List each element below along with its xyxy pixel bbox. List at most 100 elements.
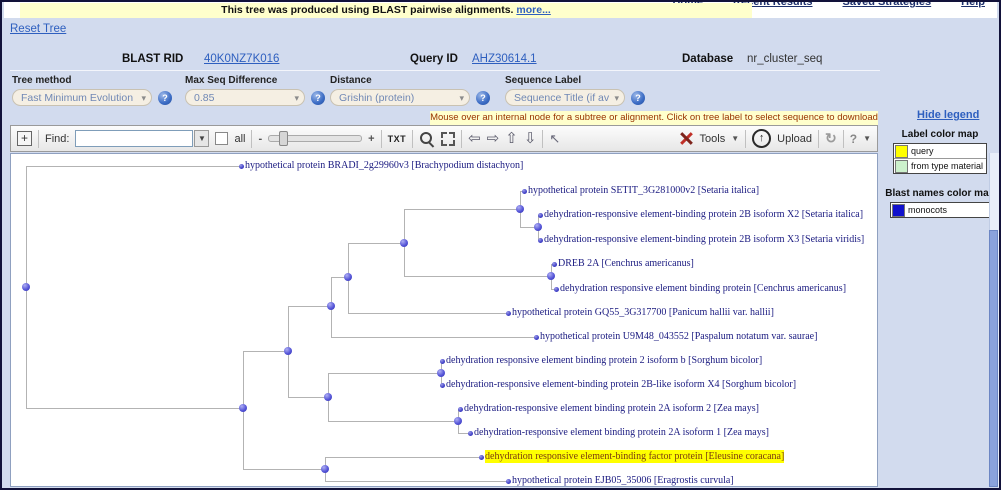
info-banner: This tree was produced using BLAST pairw… (20, 3, 752, 18)
tree-internal-node[interactable] (321, 465, 329, 473)
tree-branch-line (26, 408, 244, 409)
tree-leaf-node[interactable] (458, 407, 463, 412)
tree-internal-node[interactable] (400, 239, 408, 247)
hint-message: Mouse over an internal node for a subtre… (430, 111, 878, 125)
help-icon[interactable]: ? (476, 90, 490, 105)
tree-branch-line (243, 469, 326, 470)
arrow-right-icon[interactable]: ⇨ (487, 131, 500, 146)
overview-icon[interactable]: + (17, 131, 32, 146)
tree-leaf-node[interactable] (534, 335, 539, 340)
tree-internal-node[interactable] (516, 205, 524, 213)
blast-names-color-map-title: Blast names color map (885, 188, 995, 199)
more-link[interactable]: more... (516, 4, 550, 16)
help-icon[interactable]: ? (631, 90, 645, 105)
tree-leaf-node[interactable] (479, 455, 484, 460)
tree-leaf-label[interactable]: hypothetical protein U9M48_043552 [Paspa… (540, 330, 817, 343)
tree-leaf-node[interactable] (554, 287, 559, 292)
tree-leaf-node[interactable] (239, 164, 244, 169)
fullscreen-icon[interactable] (441, 131, 456, 146)
toolbar-divider (542, 129, 544, 148)
zoom-in-button[interactable]: + (368, 133, 374, 145)
tree-leaf-node[interactable] (506, 311, 511, 316)
scrollbar-thumb[interactable] (989, 230, 998, 487)
tree-leaf-label[interactable]: hypothetical protein GQ55_3G317700 [Pani… (512, 306, 774, 319)
tree-leaf-label[interactable]: dehydration responsive element binding p… (560, 282, 846, 295)
tree-leaf-node[interactable] (538, 213, 543, 218)
tree-internal-node[interactable] (547, 272, 555, 280)
tree-leaf-label[interactable]: dehydration-responsive element binding p… (474, 426, 769, 439)
zoom-slider-handle[interactable] (279, 131, 289, 146)
tree-branch-line (404, 276, 552, 277)
txt-export-button[interactable]: TXT (388, 134, 407, 144)
help-menu-button[interactable]: ? (850, 132, 857, 146)
tree-leaf-label[interactable]: DREB 2A [Cenchrus americanus] (558, 257, 694, 270)
tree-toolbar: + Find: ▼ all - + TXT ⇦ ⇨ ⇧ ⇩ ↖ Tools ▼ … (10, 125, 878, 152)
tree-method-select[interactable]: Fast Minimum Evolution ▾ (12, 89, 152, 106)
find-dropdown-icon[interactable]: ▼ (194, 130, 210, 147)
tree-leaf-node[interactable] (506, 479, 511, 484)
arrow-down-icon[interactable]: ⇩ (524, 131, 537, 146)
legend-panel: Label color map query from type material… (880, 127, 999, 218)
tree-leaf-node[interactable] (538, 238, 543, 243)
tree-leaf-label[interactable]: hypothetical protein BRADI_2g29960v3 [Br… (245, 159, 523, 172)
tree-leaf-node[interactable] (468, 431, 473, 436)
arrow-up-icon[interactable]: ⇧ (505, 131, 518, 146)
arrow-left-icon[interactable]: ⇦ (468, 131, 481, 146)
help-icon[interactable]: ? (158, 90, 172, 105)
query-id-link[interactable]: AHZ30614.1 (472, 53, 537, 65)
zoom-slider[interactable] (268, 131, 363, 146)
label-color-map-box: query from type material (893, 143, 987, 174)
tree-internal-node[interactable] (454, 417, 462, 425)
tree-leaf-label[interactable]: hypothetical protein SETIT_3G281000v2 [S… (528, 184, 759, 197)
tree-leaf-label[interactable]: dehydration-responsive element-binding p… (544, 233, 864, 246)
find-input[interactable] (75, 130, 194, 147)
tree-internal-node[interactable] (239, 404, 247, 412)
tree-internal-node[interactable] (22, 283, 30, 291)
blast-rid-link[interactable]: 40K0NZ7K016 (204, 53, 279, 65)
distance-select[interactable]: Grishin (protein) ▾ (330, 89, 470, 106)
help-icon[interactable]: ? (311, 90, 325, 105)
tree-leaf-label[interactable]: dehydration-responsive element-binding p… (544, 208, 863, 221)
tree-leaf-label[interactable]: dehydration-responsive element binding p… (464, 402, 759, 415)
tree-internal-node[interactable] (437, 369, 445, 377)
sequence-label-select[interactable]: Sequence Title (if av ▾ (505, 89, 625, 106)
reroot-icon[interactable]: ↖ (549, 131, 560, 147)
tree-leaf-node[interactable] (440, 383, 445, 388)
tree-internal-node[interactable] (327, 302, 335, 310)
reset-tree-link[interactable]: Reset Tree (10, 23, 66, 35)
upload-button[interactable]: Upload (777, 133, 812, 145)
tree-branch-line (348, 243, 405, 244)
tree-internal-node[interactable] (344, 273, 352, 281)
chevron-down-icon[interactable]: ▼ (863, 134, 871, 143)
tree-leaf-node[interactable] (440, 359, 445, 364)
toolbar-divider (380, 129, 382, 148)
tree-branch-line (331, 337, 537, 338)
tree-internal-node[interactable] (284, 347, 292, 355)
tree-leaf-label[interactable]: dehydration responsive element-binding f… (485, 450, 785, 463)
toolbar-divider (251, 129, 253, 148)
tools-icon (679, 131, 694, 146)
find-all-checkbox[interactable] (215, 132, 229, 145)
tree-leaf-label[interactable]: dehydration responsive element binding p… (446, 354, 762, 367)
max-seq-difference-select[interactable]: 0.85 ▾ (185, 89, 305, 106)
zoom-out-button[interactable]: - (258, 133, 262, 145)
tree-leaf-node[interactable] (552, 262, 557, 267)
label-color-map-title: Label color map (901, 129, 979, 140)
tree-branch-line (328, 373, 442, 374)
max-seq-difference-label: Max Seq Difference (185, 75, 278, 86)
search-icon[interactable] (419, 131, 435, 147)
tree-internal-node[interactable] (534, 223, 542, 231)
chevron-down-icon[interactable]: ▼ (731, 134, 739, 143)
nav-item-help[interactable]: Help (961, 2, 985, 8)
tree-leaf-label[interactable]: hypothetical protein EJB05_35006 [Eragro… (512, 474, 734, 486)
tree-leaf-node[interactable] (522, 189, 527, 194)
toolbar-divider (38, 129, 39, 148)
tree-leaf-label[interactable]: dehydration-responsive element-binding p… (446, 378, 796, 391)
tools-button[interactable]: Tools (700, 133, 726, 145)
control-distance: Distance Grishin (protein) ▾ ? (330, 75, 490, 106)
find-label: Find: (45, 132, 70, 145)
refresh-icon[interactable]: ↻ (825, 130, 837, 147)
nav-item-saved-strategies[interactable]: Saved Strategies (843, 2, 932, 8)
hide-legend-link[interactable]: Hide legend (917, 109, 979, 121)
tree-internal-node[interactable] (324, 393, 332, 401)
